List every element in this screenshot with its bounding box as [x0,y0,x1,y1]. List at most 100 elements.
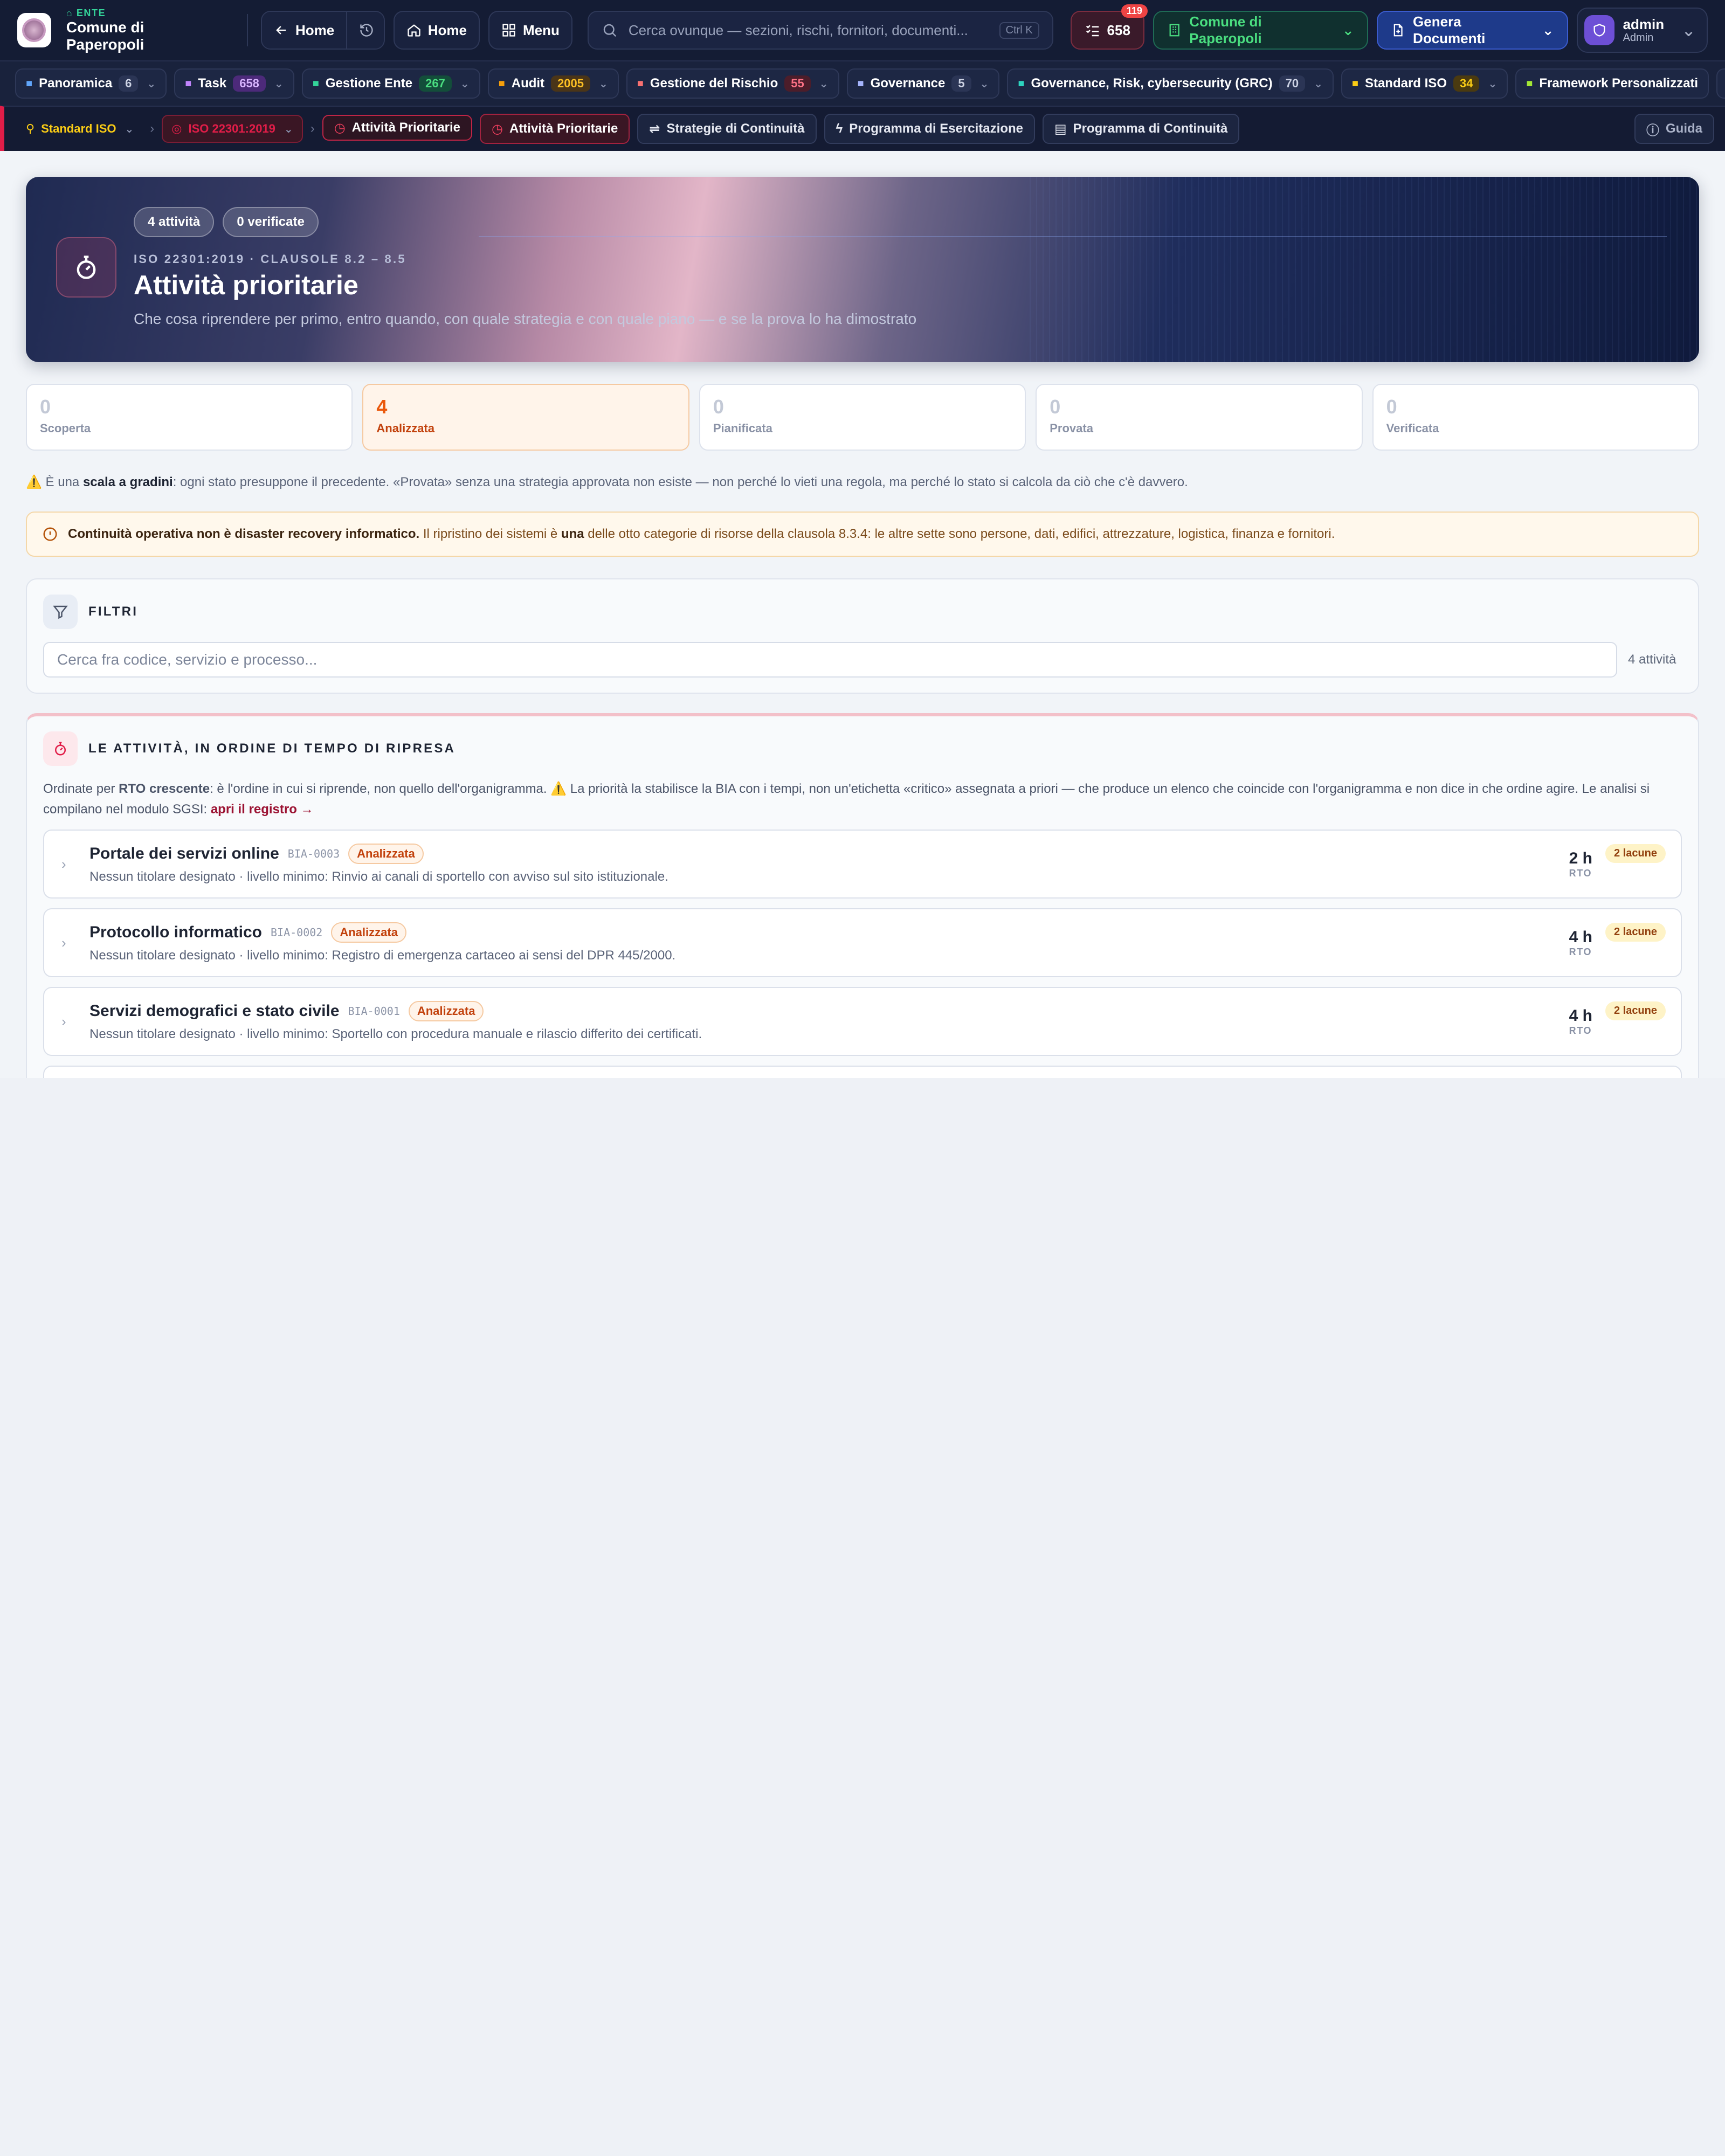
module-icon: ■ [637,77,644,89]
clipboard-icon: ▤ [1054,121,1067,136]
activity-name: Servizi demografici e stato civile [89,1002,340,1020]
module-icon: ■ [857,77,864,89]
activity-code: BIA-0001 [348,1005,400,1018]
breadcrumb-separator-icon: › [310,121,315,136]
tab-programma-continuita[interactable]: ▤ Programma di Continuità [1042,114,1240,144]
activities-list: › Portale dei servizi online BIA-0003 Anali… [43,830,1682,1056]
chevron-right-icon[interactable]: › [61,935,89,951]
status-badge: Analizzata [408,1001,484,1021]
help-button[interactable]: ⓘ Guida [1634,114,1714,144]
generate-documents-button[interactable]: Genera Documenti ⌄ [1376,11,1568,50]
breadcrumb-current[interactable]: ◷ Attività Prioritarie [322,115,473,141]
user-menu-button[interactable]: admin Admin ⌄ [1576,8,1708,53]
module-tab[interactable]: ■ Audit 2005 ⌄ [487,68,619,99]
menu-button[interactable]: Menu [488,11,572,50]
chevron-down-icon: ⌄ [125,123,134,135]
activity-code: BIA-0003 [287,847,340,860]
arrow-left-icon [276,26,286,34]
module-icon: ■ [26,77,33,89]
module-label: Audit [511,76,545,91]
scroll-right-button[interactable]: › [1716,68,1725,99]
stat-verificata[interactable]: 0 Verificata [1372,384,1700,451]
module-label: Framework Personalizzati [1539,76,1699,91]
stat-provata[interactable]: 0 Provata [1036,384,1363,451]
activity-row[interactable]: › Portale dei servizi online BIA-0003 Anali… [43,830,1682,899]
activity-row[interactable]: › Protocollo informatico BIA-0002 Analizzat… [43,908,1682,977]
chevron-down-icon: ⌄ [284,123,293,135]
module-label: Governance, Risk, cybersecurity (GRC) [1031,76,1273,91]
user-role: Admin [1623,32,1654,44]
module-tab[interactable]: ■ Gestione del Rischio 55 ⌄ [626,68,839,99]
module-tab[interactable]: ■ Gestione Ente 267 ⌄ [301,68,480,99]
verified-pill: 0 verificate [223,207,319,237]
breadcrumb-separator-icon: › [150,121,155,136]
stat-value: 0 [1386,396,1397,418]
history-button[interactable] [346,12,384,49]
gaps-badge: 2 lacune [1605,1001,1666,1020]
activity-row[interactable]: › Servizi demografici e stato civile BIA-0… [43,987,1682,1056]
module-tab[interactable]: ■ Governance 5 ⌄ [846,68,1000,99]
activities-description: Ordinate per RTO crescente: è l'ordine i… [43,779,1682,820]
tab-strategie-continuita[interactable]: ⇌ Strategie di Continuità [637,114,817,144]
chevron-down-icon: ⌄ [1314,78,1323,90]
ente-logo[interactable] [17,13,51,47]
breadcrumb-iso-22301[interactable]: ◎ ISO 22301:2019 ⌄ [162,115,303,143]
tab-label: Programma di Continuità [1073,121,1228,136]
chevron-right-icon[interactable]: › [61,1013,89,1030]
rto-number: 2 h [1569,849,1592,867]
tasks-button[interactable]: 658 119 [1070,4,1148,50]
tasks-badge: 119 [1121,4,1148,18]
gaps-badge: 2 lacune [1605,922,1666,942]
tab-programma-esercitazione[interactable]: ϟ Programma di Esercitazione [824,114,1035,144]
gaps-badge: 2 lacune [1605,844,1666,863]
back-home-button[interactable]: Home [261,12,347,49]
module-icon: ■ [1526,77,1533,89]
module-icon: ■ [1351,77,1358,89]
module-tab[interactable]: ■ Panoramica 6 ⌄ [15,68,167,99]
lightning-icon: ϟ [836,121,843,136]
module-tab[interactable]: ■ Framework Personalizzati [1515,68,1709,99]
global-search-input[interactable]: Cerca ovunque — sezioni, rischi, fornito… [587,11,1053,50]
status-ladder: 0 Scoperta 4 Analizzata 0 Pianificata 0 Prov… [26,384,1700,451]
tasks-count: 658 [1107,22,1130,38]
chevron-right-icon[interactable]: › [61,856,89,873]
filters-title: FILTRI [88,604,139,619]
list-item[interactable] [43,1066,1682,1078]
filter-icon [43,595,78,629]
chevron-down-icon: ⌄ [1342,22,1354,38]
module-tab[interactable]: ■ Governance, Risk, cybersecurity (GRC) 70… [1007,68,1334,99]
open-register-link[interactable]: apri il registro → [211,802,314,817]
home-history-group: Home [260,11,385,50]
home-button[interactable]: Home [393,11,480,50]
chevron-down-icon: ⌄ [599,78,608,90]
stat-label: Scoperta [40,421,91,435]
generate-documents-label: Genera Documenti [1413,13,1486,46]
module-label: Gestione Ente [325,76,413,91]
stat-pianificata[interactable]: 0 Pianificata [699,384,1026,451]
stat-analizzata[interactable]: 4 Analizzata [362,384,689,451]
checklist-icon [1086,25,1099,37]
activities-pill: 4 attività [134,207,215,237]
filters-card: FILTRI Cerca fra codice, servizio e proc… [26,578,1699,694]
breadcrumb-standard-iso[interactable]: ⚲ Standard ISO ⌄ [17,115,142,143]
module-icon: ■ [312,77,319,89]
rto-value: 2 h RTO [1569,849,1592,879]
award-icon: ⚲ [26,122,35,135]
module-label: Panoramica [39,76,113,91]
desc-text: Ordinate per [43,782,119,796]
search-shortcut: Ctrl K [999,22,1039,39]
stat-scoperta[interactable]: 0 Scoperta [26,384,353,451]
chevron-down-icon: ⌄ [1542,22,1554,38]
chevron-down-icon: ⌄ [1488,78,1498,90]
module-tab[interactable]: ■ Standard ISO 34 ⌄ [1341,68,1508,99]
module-tab[interactable]: ■ Task 658 ⌄ [174,68,294,99]
module-count-badge: 55 [784,75,811,92]
ente-selector[interactable]: Comune di Paperopoli ⌄ [1153,11,1368,50]
document-plus-icon [1393,24,1403,37]
activity-info: Portale dei servizi online BIA-0003 Analiz… [89,844,1569,884]
tab-attivita-prioritarie[interactable]: ◷ Attività Prioritarie [480,114,630,144]
shield-icon [1593,24,1605,37]
activity-search-input[interactable]: Cerca fra codice, servizio e processo... [43,642,1617,678]
chevron-down-icon: ⌄ [1681,20,1696,40]
activity-detail: Nessun titolare designato · livello mini… [89,1027,702,1041]
